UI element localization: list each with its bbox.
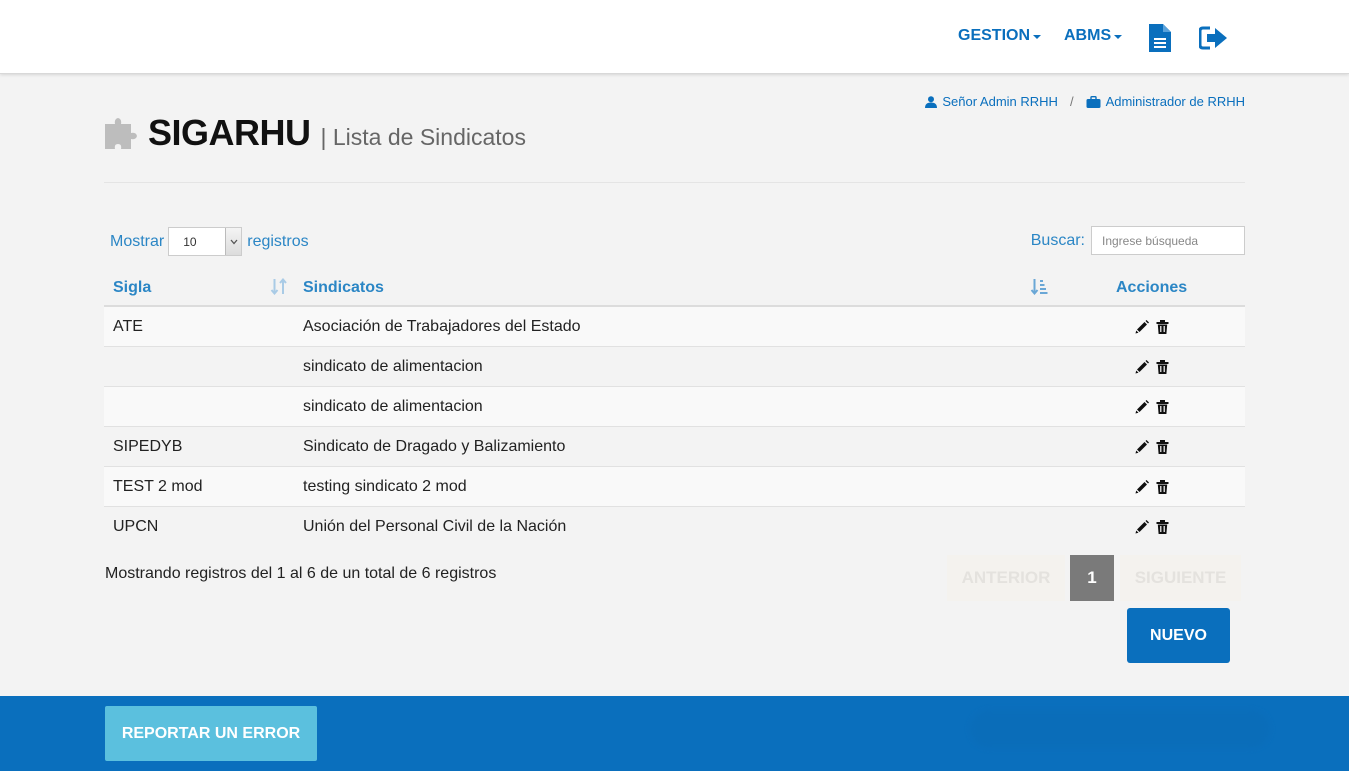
user-role: Administrador de RRHH	[1105, 94, 1245, 109]
table-row: SIPEDYB Sindicato de Dragado y Balizamie…	[104, 427, 1245, 467]
edit-pencil-icon[interactable]	[1135, 320, 1149, 334]
sindicatos-table: Sigla Sindicatos Acciones ATE Asociación…	[104, 268, 1245, 547]
trash-icon[interactable]	[1156, 480, 1169, 494]
column-header-acciones: Acciones	[1116, 279, 1188, 296]
page-size-select[interactable]: 10	[168, 227, 243, 256]
cell-sindicato: Sindicato de Dragado y Balizamiento	[303, 438, 566, 455]
row-actions	[1135, 400, 1169, 414]
row-actions	[1135, 320, 1169, 334]
caret-down-icon	[1114, 35, 1123, 39]
footer-blurred-region	[970, 710, 1270, 748]
edit-pencil-icon[interactable]	[1135, 520, 1149, 534]
search-input[interactable]	[1091, 226, 1245, 255]
nuevo-button[interactable]: NUEVO	[1127, 608, 1230, 663]
search-label: Buscar:	[1030, 231, 1085, 249]
menu-gestion-label: GESTION	[958, 27, 1031, 44]
sort-ascending-icon[interactable]	[1030, 278, 1048, 295]
row-actions	[1135, 360, 1169, 374]
trash-icon[interactable]	[1156, 440, 1169, 454]
cell-sindicato: testing sindicato 2 mod	[303, 478, 467, 495]
row-actions	[1135, 520, 1169, 534]
cell-sigla: SIPEDYB	[113, 438, 183, 455]
table-row: sindicato de alimentacion	[104, 387, 1245, 427]
menu-gestion[interactable]: GESTION	[958, 27, 1042, 45]
caret-down-icon	[1033, 35, 1042, 39]
page-size-value: 10	[183, 234, 197, 249]
cell-sigla: TEST 2 mod	[113, 478, 203, 495]
row-actions	[1135, 440, 1169, 454]
table-info: Mostrando registros del 1 al 6 de un tot…	[105, 565, 497, 582]
page-size-control: Mostrar 10 registros	[110, 227, 309, 256]
role-link[interactable]: Administrador de RRHH	[1086, 94, 1245, 109]
app-title: SIGARHU	[148, 112, 311, 153]
table-row: UPCN Unión del Personal Civil de la Naci…	[104, 507, 1245, 547]
trash-icon[interactable]	[1156, 320, 1169, 334]
table-header: Sigla Sindicatos Acciones	[104, 268, 1245, 307]
trash-icon[interactable]	[1156, 520, 1169, 534]
trash-icon[interactable]	[1156, 400, 1169, 414]
edit-pencil-icon[interactable]	[1135, 400, 1149, 414]
trash-icon[interactable]	[1156, 360, 1169, 374]
show-label: Mostrar	[110, 232, 165, 250]
edit-pencil-icon[interactable]	[1135, 480, 1149, 494]
cell-sigla: ATE	[113, 318, 143, 335]
footer: REPORTAR UN ERROR	[0, 696, 1349, 771]
table-row: TEST 2 mod testing sindicato 2 mod	[104, 467, 1245, 507]
table-row: ATE Asociación de Trabajadores del Estad…	[104, 307, 1245, 347]
cell-sindicato: sindicato de alimentacion	[303, 398, 483, 415]
cell-sigla: UPCN	[113, 518, 159, 535]
row-actions	[1135, 480, 1169, 494]
user-name: Señor Admin RRHH	[942, 94, 1058, 109]
pagination-next-button[interactable]: SIGUIENTE	[1120, 555, 1241, 601]
menu-abms[interactable]: ABMS	[1064, 27, 1123, 45]
pagination-prev-button[interactable]: ANTERIOR	[947, 555, 1065, 601]
cell-sindicato: Unión del Personal Civil de la Nación	[303, 518, 567, 535]
search-control: Buscar:	[1031, 226, 1245, 255]
document-icon[interactable]	[1149, 24, 1171, 57]
header-divider	[104, 182, 1245, 183]
column-header-sindicatos[interactable]: Sindicatos	[303, 279, 384, 297]
breadcrumb-separator: /	[1069, 94, 1074, 109]
sort-both-icon[interactable]	[270, 278, 288, 295]
records-label: registros	[247, 232, 309, 250]
table-row: sindicato de alimentacion	[104, 347, 1245, 387]
page-header: SIGARHU | Lista de Sindicatos	[104, 112, 526, 154]
user-icon	[925, 95, 938, 108]
page-subtitle: | Lista de Sindicatos	[320, 124, 526, 150]
report-error-button[interactable]: REPORTAR UN ERROR	[105, 706, 317, 761]
cell-sindicato: sindicato de alimentacion	[303, 358, 483, 375]
edit-pencil-icon[interactable]	[1135, 440, 1149, 454]
column-header-sigla[interactable]: Sigla	[113, 279, 151, 297]
sign-out-icon[interactable]	[1198, 26, 1229, 55]
user-link[interactable]: Señor Admin RRHH	[925, 94, 1058, 109]
cell-sindicato: Asociación de Trabajadores del Estado	[303, 318, 581, 335]
briefcase-icon	[1086, 95, 1101, 108]
chevron-down-icon	[225, 228, 242, 255]
puzzle-icon	[105, 118, 137, 149]
pagination-page-1[interactable]: 1	[1070, 555, 1114, 601]
user-breadcrumb: Señor Admin RRHH / Administrador de RRHH	[925, 94, 1245, 109]
edit-pencil-icon[interactable]	[1135, 360, 1149, 374]
menu-abms-label: ABMS	[1064, 27, 1112, 44]
top-navbar: GESTION ABMS	[0, 0, 1349, 74]
